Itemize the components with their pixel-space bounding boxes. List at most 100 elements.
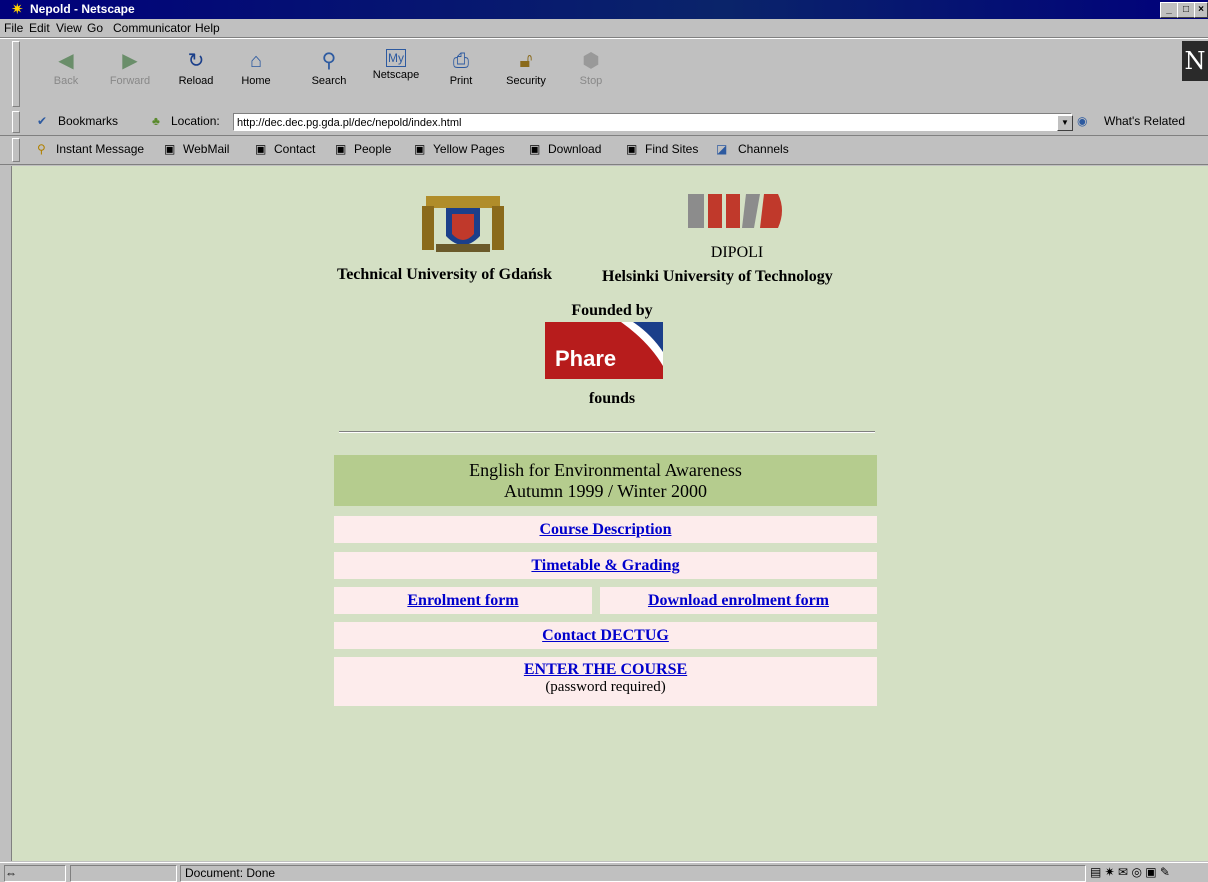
personal-grip[interactable]: [12, 138, 20, 162]
home-button[interactable]: ⌂ Home: [230, 45, 282, 95]
search-label: Search: [311, 75, 347, 87]
menu-go[interactable]: Go: [87, 21, 103, 35]
enter-course-row: ENTER THE COURSE (password required): [334, 657, 877, 706]
reload-icon: ↻: [187, 50, 205, 72]
forward-arrow-icon: ▶: [122, 50, 138, 72]
my-netscape-icon: My: [386, 49, 406, 67]
contact-dectug-link[interactable]: Contact DECTUG: [542, 627, 669, 644]
toolbar-grip[interactable]: [12, 41, 20, 107]
menu-view[interactable]: View: [56, 21, 82, 35]
course-header: English for Environmental Awareness Autu…: [334, 455, 877, 506]
search-button[interactable]: ⚲ Search: [303, 45, 355, 95]
channels-icon: ◪: [716, 142, 728, 156]
founded-by-label: Founded by: [571, 302, 653, 319]
instant-message-link[interactable]: Instant Message: [56, 142, 144, 156]
bookmarks-icon: ✔: [37, 114, 48, 128]
minimize-button[interactable]: _: [1160, 2, 1178, 18]
security-button[interactable]: 🔓︎ Security: [500, 45, 552, 95]
phare-text: Phare: [555, 346, 617, 371]
netscape-button[interactable]: My Netscape: [366, 45, 426, 95]
whats-related-icon: ◉: [1077, 114, 1088, 128]
enrolment-row: Enrolment form: [334, 587, 592, 614]
tug-crest-logo: [418, 188, 508, 258]
page-content: Technical University of Gdańsk DIPOLI He…: [11, 166, 1208, 861]
stop-button[interactable]: ⬢ Stop: [565, 45, 617, 95]
personal-toolbar: ⚲ Instant Message ▣ WebMail ▣ Contact ▣ …: [0, 136, 1208, 165]
download-enrolment-form-link[interactable]: Download enrolment form: [648, 592, 829, 609]
reload-label: Reload: [178, 75, 214, 87]
forward-label: Forward: [109, 75, 151, 87]
reload-button[interactable]: ↻ Reload: [170, 45, 222, 95]
find-sites-link[interactable]: Find Sites: [645, 142, 698, 156]
people-icon: ▣: [335, 142, 347, 156]
back-label: Back: [53, 75, 79, 87]
tug-name: Technical University of Gdańsk: [337, 266, 552, 283]
download-enrolment-row: Download enrolment form: [600, 587, 877, 614]
phare-logo: Phare: [545, 322, 663, 379]
hut-name: Helsinki University of Technology: [602, 268, 833, 285]
title-bar: ✷ Nepold - Netscape _ □ ×: [0, 0, 1208, 19]
netscape-logo[interactable]: N: [1182, 41, 1208, 81]
security-label: Security: [506, 75, 546, 87]
timetable-grading-link[interactable]: Timetable & Grading: [531, 557, 679, 574]
menu-communicator[interactable]: Communicator: [113, 21, 191, 35]
stop-label: Stop: [579, 75, 603, 87]
contact-link[interactable]: Contact: [274, 142, 315, 156]
url-dropdown-button[interactable]: ▼: [1057, 115, 1073, 131]
lock-icon: 🔓︎: [519, 50, 533, 72]
contact-icon: ▣: [255, 142, 267, 156]
menu-file[interactable]: File: [4, 21, 23, 35]
back-button[interactable]: ◀ Back: [40, 45, 92, 95]
founds-label: founds: [588, 390, 636, 407]
home-icon: ⌂: [249, 50, 263, 72]
menu-bar: File Edit View Go Communicator Help: [0, 19, 1208, 38]
course-description-link[interactable]: Course Description: [540, 521, 672, 538]
enrolment-form-link[interactable]: Enrolment form: [407, 592, 518, 609]
location-icon: ♣: [152, 114, 160, 128]
search-icon: ⚲: [321, 50, 337, 72]
menu-help[interactable]: Help: [195, 21, 220, 35]
whats-related-button[interactable]: What's Related: [1104, 114, 1185, 128]
course-term: Autumn 1999 / Winter 2000: [504, 481, 707, 501]
connection-icon: ⇔: [4, 865, 66, 882]
url-field[interactable]: http://dec.dec.pg.gda.pl/dec/nepold/inde…: [233, 113, 1072, 131]
password-note: (password required): [545, 679, 666, 695]
forward-button[interactable]: ▶ Forward: [104, 45, 156, 95]
webmail-icon: ▣: [164, 142, 176, 156]
horizontal-divider: [339, 431, 875, 433]
contact-row: Contact DECTUG: [334, 622, 877, 649]
window-title: Nepold - Netscape: [30, 2, 135, 16]
yellow-pages-link[interactable]: Yellow Pages: [433, 142, 505, 156]
webmail-link[interactable]: WebMail: [183, 142, 229, 156]
print-label: Print: [449, 75, 473, 87]
bookmarks-button[interactable]: Bookmarks: [58, 114, 118, 128]
print-button[interactable]: ⎙ Print: [435, 45, 487, 95]
status-text: Document: Done: [180, 865, 1086, 882]
dipoli-name: DIPOLI: [710, 244, 764, 261]
location-toolbar: ✔ Bookmarks ♣ Location: http://dec.dec.p…: [0, 109, 1208, 136]
back-arrow-icon: ◀: [58, 50, 74, 72]
netscape-app-icon: ✷: [11, 1, 24, 18]
navigation-toolbar: ◀ Back ▶ Forward ↻ Reload ⌂ Home ⚲ Searc…: [0, 38, 1208, 110]
maximize-button[interactable]: □: [1177, 2, 1195, 18]
people-link[interactable]: People: [354, 142, 391, 156]
course-description-row: Course Description: [334, 516, 877, 543]
download-icon: ▣: [529, 142, 541, 156]
netscape-label: Netscape: [372, 69, 420, 81]
download-link[interactable]: Download: [548, 142, 601, 156]
close-button[interactable]: ×: [1194, 2, 1208, 18]
yellow-pages-icon: ▣: [414, 142, 426, 156]
enter-course-link[interactable]: ENTER THE COURSE: [524, 661, 687, 678]
home-label: Home: [241, 75, 271, 87]
channels-link[interactable]: Channels: [738, 142, 789, 156]
location-label: Location:: [171, 114, 220, 128]
instant-message-icon: ⚲: [37, 142, 46, 156]
course-title: English for Environmental Awareness: [469, 460, 742, 480]
timetable-row: Timetable & Grading: [334, 552, 877, 579]
location-grip[interactable]: [12, 111, 20, 133]
stop-icon: ⬢: [582, 50, 600, 72]
print-icon: ⎙: [453, 50, 469, 72]
dipoli-logo: [686, 190, 786, 230]
component-bar-icons[interactable]: ▤ ✷ ✉ ◎ ▣ ✎: [1090, 865, 1170, 879]
menu-edit[interactable]: Edit: [29, 21, 50, 35]
